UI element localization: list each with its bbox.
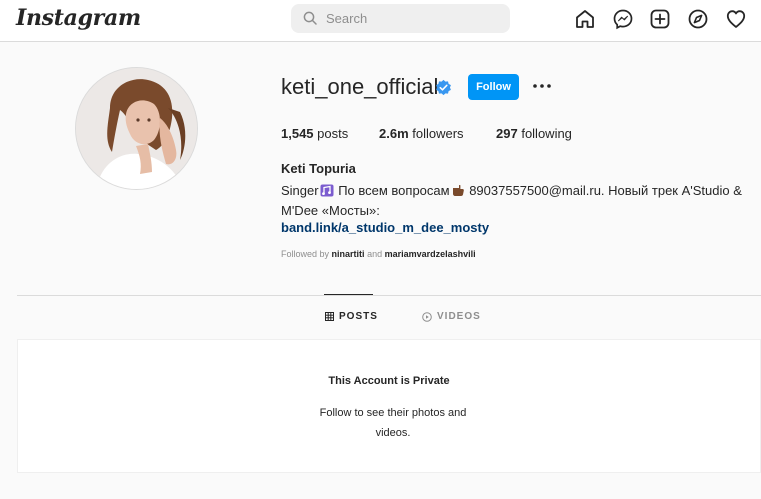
active-tab-indicator <box>324 294 373 295</box>
posts-count-label: posts <box>317 126 349 141</box>
private-account-title: This Account is Private <box>328 375 450 387</box>
home-icon[interactable] <box>574 8 596 30</box>
explore-icon[interactable] <box>687 8 709 30</box>
followed-by-user-1[interactable]: ninartiti <box>332 249 365 259</box>
search-icon <box>303 11 317 25</box>
bio-text-1: Singer <box>281 183 319 198</box>
following-link[interactable]: 297 following <box>496 126 572 141</box>
followed-by-user-2[interactable]: mariamvardzelashvili <box>385 249 476 259</box>
bio-website-link[interactable]: band.link/a_studio_m_dee_mosty <box>281 220 489 235</box>
followed-by-text: Followed by ninartiti and mariamvardzela… <box>281 249 476 259</box>
music-notes-emoji-icon <box>320 184 334 197</box>
private-account-message: Follow to see their photos and videos. <box>319 407 467 439</box>
activity-heart-icon[interactable] <box>725 8 747 30</box>
tab-videos[interactable]: VIDEOS <box>422 311 481 322</box>
profile-username: keti_one_official <box>281 74 439 99</box>
tab-posts[interactable]: POSTS <box>325 311 378 322</box>
followed-by-and: and <box>367 249 383 259</box>
tab-posts-label: POSTS <box>339 311 378 322</box>
profile-avatar[interactable] <box>75 67 198 190</box>
top-nav-bar: Instagram Search <box>0 0 761 42</box>
following-count-value: 297 <box>496 126 518 141</box>
posts-count: 1,545 posts <box>281 126 348 141</box>
messenger-icon[interactable] <box>612 8 634 30</box>
search-placeholder: Search <box>326 11 368 26</box>
posts-count-value: 1,545 <box>281 126 314 141</box>
following-count-label: following <box>521 126 572 141</box>
followers-count-value: 2.6m <box>379 126 409 141</box>
bio-text-2: По всем вопросам <box>334 183 450 198</box>
follow-button[interactable]: Follow <box>468 74 519 100</box>
verified-badge-icon <box>436 79 451 96</box>
search-input[interactable]: Search <box>291 4 510 33</box>
followers-count-label: followers <box>412 126 464 141</box>
new-post-icon[interactable] <box>649 8 671 30</box>
avatar-photo <box>76 68 197 189</box>
tab-videos-label: VIDEOS <box>437 311 481 322</box>
followed-by-prefix: Followed by <box>281 249 330 259</box>
instagram-logo[interactable]: Instagram <box>16 5 141 31</box>
profile-bio: Singer По всем вопросам 89037557500@mail… <box>281 181 751 221</box>
grid-icon <box>325 312 334 321</box>
profile-full-name: Keti Topuria <box>281 161 356 176</box>
private-account-panel: This Account is Private Follow to see th… <box>17 339 761 473</box>
tabs-divider <box>17 295 761 296</box>
pointing-hand-emoji-icon <box>452 184 464 196</box>
followers-link[interactable]: 2.6m followers <box>379 126 464 141</box>
more-options-icon[interactable] <box>531 78 553 94</box>
play-circle-icon <box>422 311 432 322</box>
